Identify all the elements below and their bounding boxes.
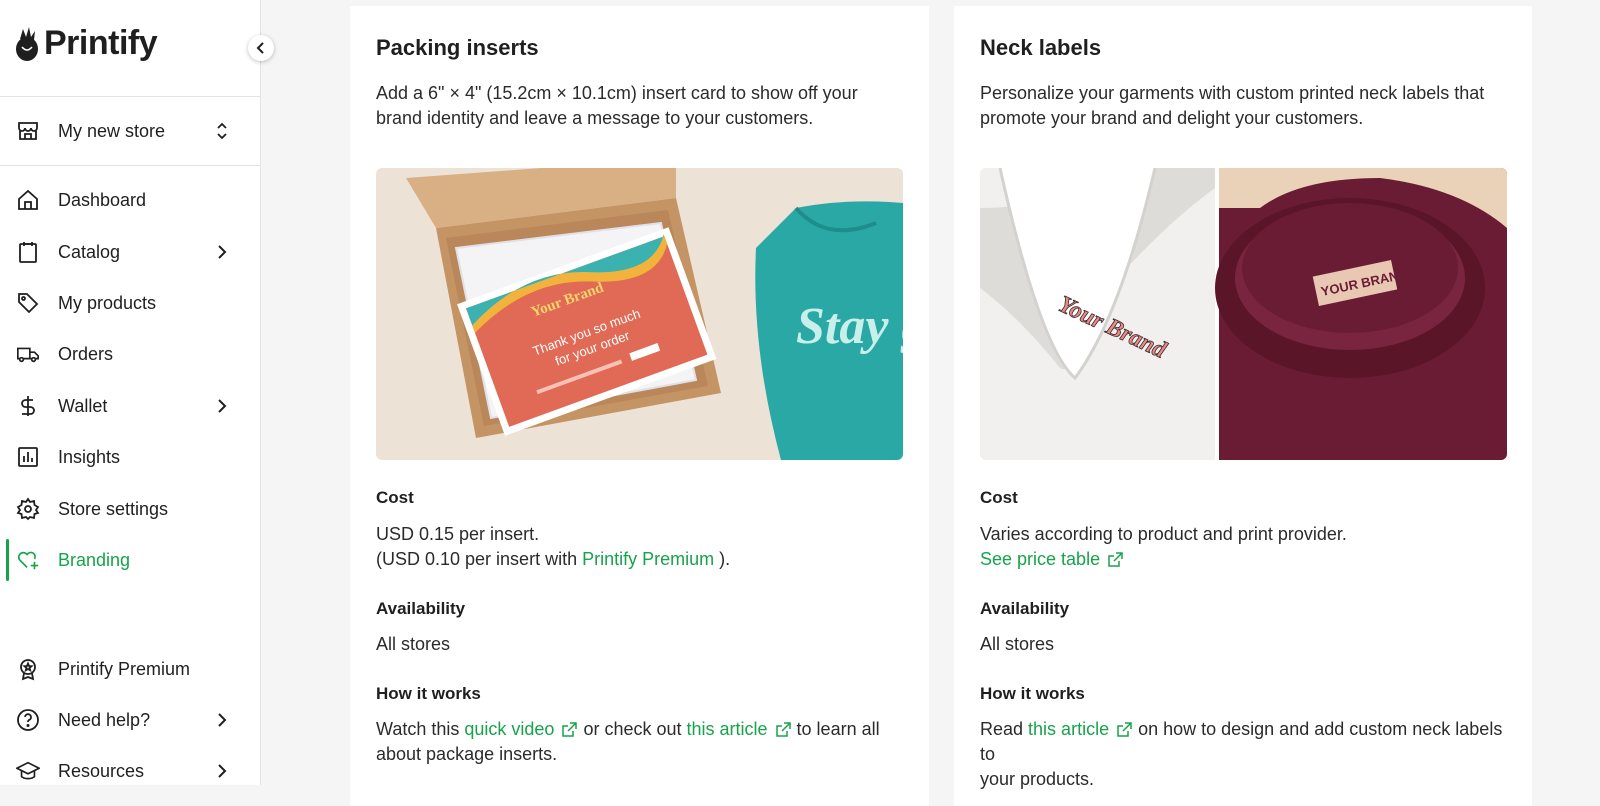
cost-premium-prefix: (USD 0.10 per insert with: [376, 549, 578, 569]
active-indicator: [6, 539, 9, 581]
sidebar-item-label: Store settings: [58, 498, 169, 519]
chevron-right-icon: [212, 242, 232, 262]
help-icon: [16, 708, 40, 732]
badge-icon: [16, 657, 40, 681]
how-suffix: to learn all: [796, 719, 880, 739]
cost-premium-suffix: ).: [719, 549, 731, 569]
sidebar-item-my-products[interactable]: My products: [0, 278, 261, 328]
sidebar-item-label: My products: [58, 292, 157, 313]
how-middle: or check out: [583, 719, 682, 739]
gear-icon: [16, 497, 40, 521]
sidebar-item-store-settings[interactable]: Store settings: [0, 484, 261, 534]
sidebar-item-orders[interactable]: Orders: [0, 329, 261, 379]
dollar-icon: [16, 394, 40, 418]
cost-value: Varies according to product and print pr…: [980, 524, 1347, 544]
sidebar-item-printify-premium[interactable]: Printify Premium: [0, 644, 261, 694]
sidebar-item-resources[interactable]: Resources: [0, 746, 261, 796]
card-description: Add a 6" × 4" (15.2cm × 10.1cm) insert c…: [376, 83, 858, 128]
availability-label: Availability: [980, 599, 1070, 618]
how-it-works-label: How it works: [980, 684, 1085, 703]
how-prefix: Read: [980, 719, 1024, 739]
heart-plus-icon: [16, 548, 40, 572]
sidebar-item-insights[interactable]: Insights: [0, 432, 261, 482]
neck-labels-image: Your Brand YOUR BRAND: [980, 168, 1507, 460]
sidebar-item-dashboard[interactable]: Dashboard: [0, 175, 261, 225]
cost-label: Cost: [980, 488, 1018, 507]
chevron-right-icon: [212, 710, 232, 730]
sidebar-item-need-help[interactable]: Need help?: [0, 695, 261, 745]
how-it-works-text: Read this article on how to design and ad…: [980, 717, 1510, 792]
home-icon: [16, 188, 40, 212]
see-price-table-link[interactable]: See price table: [980, 549, 1100, 569]
chevron-right-icon: [212, 396, 232, 416]
sidebar-item-label: Dashboard: [58, 189, 147, 210]
cost-value: USD 0.15 per insert.: [376, 524, 540, 544]
divider: [0, 165, 261, 166]
catalog-icon: [16, 240, 40, 264]
sidebar-item-label: Orders: [58, 343, 114, 364]
sidebar-item-label: Resources: [58, 760, 145, 781]
external-link-icon: [768, 719, 797, 739]
how-it-works-label: How it works: [376, 684, 481, 703]
price-table-line: See price table: [980, 547, 1129, 572]
sidebar-item-branding[interactable]: Branding: [0, 535, 261, 585]
neck-labels-card: Neck labels Personalize your garments wi…: [954, 6, 1532, 806]
tag-icon: [16, 291, 40, 315]
card-title: Neck labels: [980, 35, 1102, 60]
availability-value: All stores: [980, 634, 1055, 654]
external-link-icon: [1100, 549, 1129, 569]
sidebar-item-label: Wallet: [58, 395, 108, 416]
how-prefix: Watch this: [376, 719, 460, 739]
chevron-left-icon: [256, 42, 264, 54]
availability-label: Availability: [376, 599, 466, 618]
external-link-icon: [1109, 719, 1138, 739]
chart-icon: [16, 445, 40, 469]
packing-insert-image: Your Brand Thank you so much for your or…: [376, 168, 903, 460]
store-switcher[interactable]: My new store: [0, 97, 261, 165]
how-suffix-2: about package inserts.: [376, 744, 558, 764]
printify-premium-link[interactable]: Printify Premium: [582, 549, 714, 569]
sidebar-item-catalog[interactable]: Catalog: [0, 227, 261, 277]
logo-text: Printify: [44, 24, 158, 62]
this-article-link[interactable]: this article: [1028, 719, 1109, 739]
store-icon: [16, 119, 40, 143]
chevron-up-down-icon: [212, 121, 232, 141]
graduation-cap-icon: [16, 759, 40, 783]
chevron-right-icon: [212, 761, 232, 781]
external-link-icon: [554, 719, 583, 739]
cost-premium-line: (USD 0.10 per insert with Printify Premi…: [376, 547, 730, 572]
store-name: My new store: [58, 120, 166, 141]
printify-logo[interactable]: Printify: [14, 24, 158, 63]
cost-label: Cost: [376, 488, 414, 507]
how-suffix-2: your products.: [980, 769, 1095, 789]
collapse-sidebar-button[interactable]: [248, 35, 274, 61]
this-article-link[interactable]: this article: [687, 719, 768, 739]
packing-inserts-card: Packing inserts Add a 6" × 4" (15.2cm × …: [350, 6, 929, 806]
sidebar-item-label: Catalog: [58, 241, 121, 262]
sidebar: Printify My new store Dashboard Catalog: [0, 0, 274, 785]
truck-icon: [16, 342, 40, 366]
quick-video-link[interactable]: quick video: [464, 719, 554, 739]
sidebar-item-wallet[interactable]: Wallet: [0, 381, 261, 431]
shirt-print-text: Stay groo: [796, 298, 903, 355]
printify-logo-icon: [16, 26, 38, 61]
sidebar-item-label: Insights: [58, 446, 121, 467]
sidebar-item-label: Need help?: [58, 709, 151, 730]
availability-value: All stores: [376, 634, 451, 654]
how-it-works-text: Watch this quick video or check out this …: [376, 717, 906, 767]
card-description: Personalize your garments with custom pr…: [980, 83, 1485, 128]
card-title: Packing inserts: [376, 35, 539, 60]
sidebar-item-label: Printify Premium: [58, 658, 191, 679]
sidebar-item-label: Branding: [58, 549, 131, 570]
